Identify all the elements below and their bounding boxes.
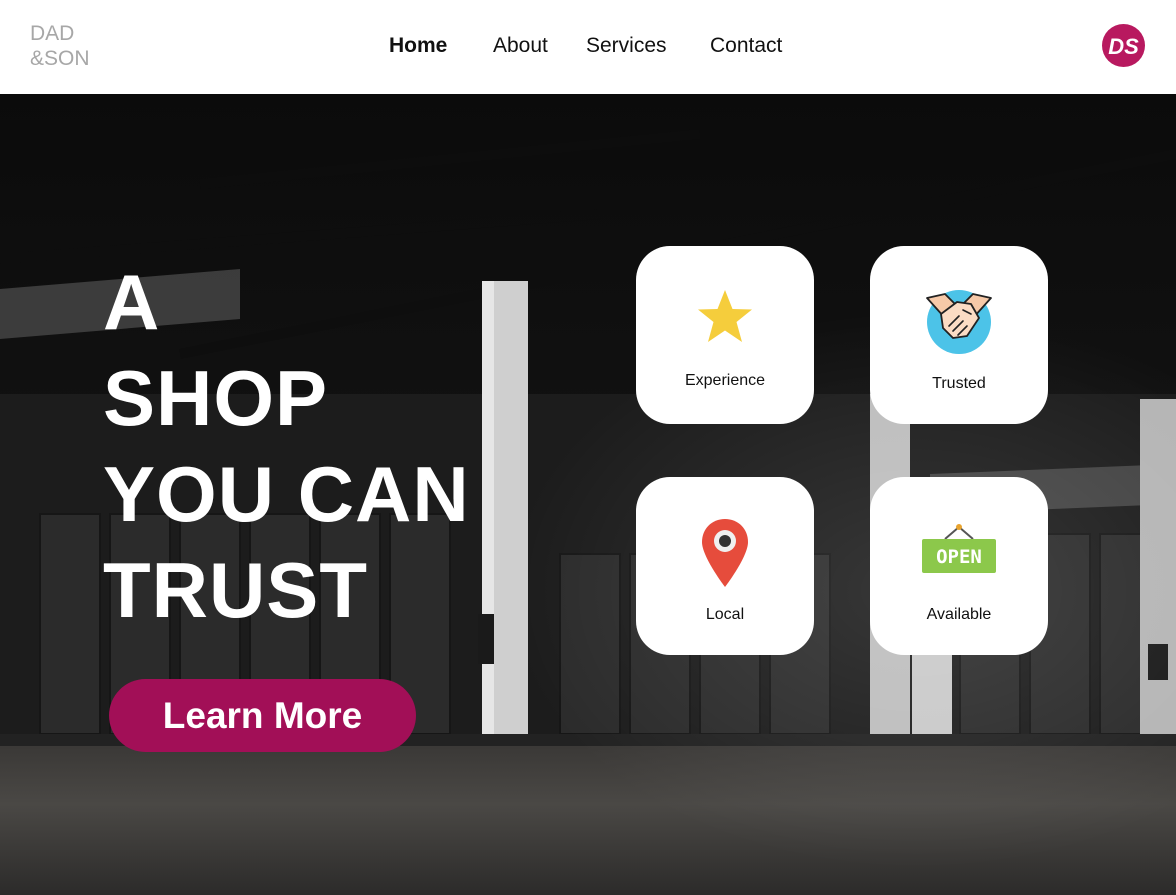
location-pin-icon xyxy=(702,519,748,587)
ds-logo-icon[interactable]: DS xyxy=(1102,24,1145,67)
headline-line-4: TRUST xyxy=(103,546,368,634)
logo-text: DS xyxy=(1108,34,1139,59)
ds-logo-graphic: DS xyxy=(1108,34,1139,59)
open-sign-text: OPEN xyxy=(936,546,982,568)
feature-label: Trusted xyxy=(932,375,986,392)
star-icon xyxy=(698,290,752,342)
handshake-icon xyxy=(926,290,992,354)
feature-label: Local xyxy=(705,606,745,623)
feature-card-experience[interactable]: Experience xyxy=(636,246,814,424)
headline-line-2: SHOP xyxy=(103,354,329,442)
nav-about-link[interactable]: About xyxy=(493,34,548,58)
hero-headline: A SHOP YOU CAN TRUST xyxy=(103,254,470,638)
open-sign-icon: OPEN xyxy=(922,524,996,573)
site-header: DAD &SON Home About Services Contact DS xyxy=(0,0,1176,94)
hero-section: A SHOP YOU CAN TRUST Learn More Experien… xyxy=(0,94,1176,895)
nav-services-link[interactable]: Services xyxy=(586,34,667,58)
nav-home-link[interactable]: Home xyxy=(389,34,447,58)
feature-label: Available xyxy=(926,606,992,623)
feature-label: Experience xyxy=(684,372,766,389)
headline-line-1: A xyxy=(103,258,161,346)
headline-line-3: YOU CAN xyxy=(103,450,470,538)
nav-contact-link[interactable]: Contact xyxy=(710,34,782,58)
feature-card-available[interactable]: OPEN Available xyxy=(870,477,1048,655)
feature-card-local[interactable]: Local xyxy=(636,477,814,655)
main-nav: Home About Services Contact xyxy=(0,34,1176,62)
learn-more-button[interactable]: Learn More xyxy=(109,679,416,752)
feature-card-trusted[interactable]: Trusted xyxy=(870,246,1048,424)
